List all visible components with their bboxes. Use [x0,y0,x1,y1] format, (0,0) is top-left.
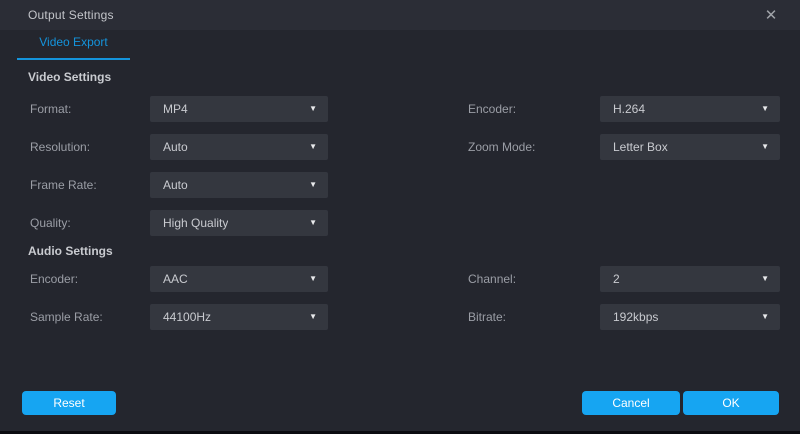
encoder-label: Encoder: [468,102,600,116]
resolution-dropdown[interactable]: Auto ▼ [150,134,328,160]
chevron-down-icon: ▼ [761,275,769,283]
output-settings-dialog: Output Settings ✕ Video Export Video Set… [0,0,800,434]
zoom-mode-label: Zoom Mode: [468,140,600,154]
video-settings-heading: Video Settings [0,64,800,90]
frame-rate-row: Frame Rate: Auto ▼ [0,166,800,204]
tab-video-export[interactable]: Video Export [17,35,130,60]
audio-encoder-dropdown[interactable]: AAC ▼ [150,266,328,292]
bitrate-value: 192kbps [613,310,658,324]
audio-encoder-label: Encoder: [30,272,150,286]
bitrate-dropdown[interactable]: 192kbps ▼ [600,304,780,330]
channel-label: Channel: [468,272,600,286]
sample-rate-value: 44100Hz [163,310,211,324]
resolution-label: Resolution: [30,140,150,154]
channel-value: 2 [613,272,620,286]
bitrate-label: Bitrate: [468,310,600,324]
chevron-down-icon: ▼ [761,313,769,321]
format-label: Format: [30,102,150,116]
encoder-dropdown[interactable]: H.264 ▼ [600,96,780,122]
encoder-value: H.264 [613,102,645,116]
reset-button[interactable]: Reset [22,391,116,415]
chevron-down-icon: ▼ [309,313,317,321]
footer: Reset Cancel OK [0,391,800,415]
cancel-button[interactable]: Cancel [582,391,680,415]
chevron-down-icon: ▼ [309,219,317,227]
channel-dropdown[interactable]: 2 ▼ [600,266,780,292]
tab-bar: Video Export [0,30,800,60]
dialog-title: Output Settings [28,8,114,22]
frame-rate-dropdown[interactable]: Auto ▼ [150,172,328,198]
quality-label: Quality: [30,216,150,230]
resolution-value: Auto [163,140,188,154]
sample-rate-dropdown[interactable]: 44100Hz ▼ [150,304,328,330]
quality-value: High Quality [163,216,228,230]
chevron-down-icon: ▼ [309,143,317,151]
sample-rate-label: Sample Rate: [30,310,150,324]
ok-button[interactable]: OK [683,391,779,415]
format-dropdown[interactable]: MP4 ▼ [150,96,328,122]
audio-encoder-value: AAC [163,272,188,286]
zoom-mode-dropdown[interactable]: Letter Box ▼ [600,134,780,160]
frame-rate-label: Frame Rate: [30,178,150,192]
format-value: MP4 [163,102,188,116]
audio-settings-heading: Audio Settings [0,242,800,260]
chevron-down-icon: ▼ [761,143,769,151]
quality-dropdown[interactable]: High Quality ▼ [150,210,328,236]
chevron-down-icon: ▼ [309,275,317,283]
sample-rate-row: Sample Rate: 44100Hz ▼ Bitrate: 192kbps … [0,298,800,336]
close-icon[interactable]: ✕ [756,0,786,30]
audio-encoder-row: Encoder: AAC ▼ Channel: 2 ▼ [0,260,800,298]
chevron-down-icon: ▼ [761,105,769,113]
resolution-row: Resolution: Auto ▼ Zoom Mode: Letter Box… [0,128,800,166]
format-row: Format: MP4 ▼ Encoder: H.264 ▼ [0,90,800,128]
chevron-down-icon: ▼ [309,181,317,189]
chevron-down-icon: ▼ [309,105,317,113]
titlebar: Output Settings ✕ [0,0,800,30]
zoom-mode-value: Letter Box [613,140,668,154]
frame-rate-value: Auto [163,178,188,192]
quality-row: Quality: High Quality ▼ [0,204,800,242]
